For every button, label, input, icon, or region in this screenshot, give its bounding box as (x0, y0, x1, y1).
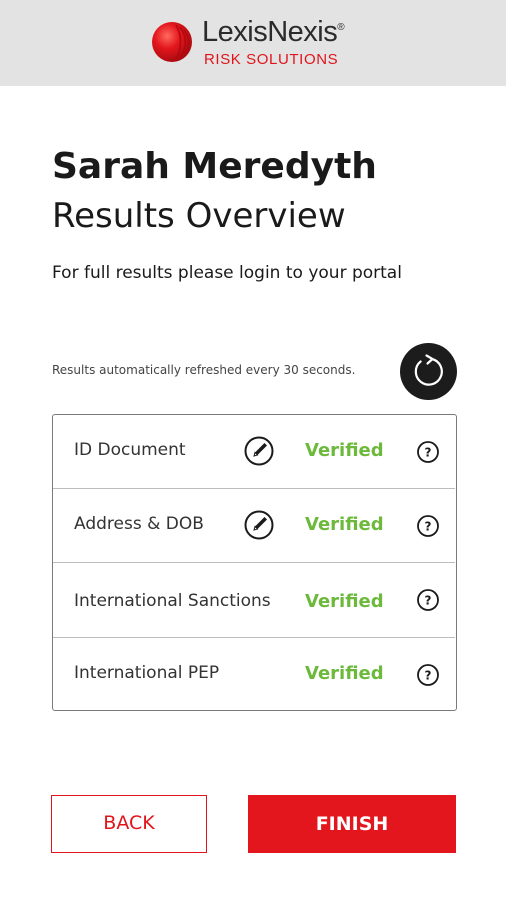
svg-text:?: ? (425, 446, 432, 460)
result-label: International PEP (74, 663, 220, 683)
status-verified: Verified (305, 591, 384, 612)
app-header: LexisNexis® RISK SOLUTIONS (0, 0, 506, 86)
results-table: ID Document Verified ? Address & DOB Ver… (52, 414, 457, 711)
refresh-icon (414, 354, 443, 386)
result-row-address-dob: Address & DOB Verified ? (53, 489, 455, 563)
page-title: Results Overview (52, 196, 346, 236)
help-icon[interactable]: ? (416, 663, 440, 687)
finish-button[interactable]: FINISH (248, 795, 456, 853)
person-name: Sarah Meredyth (52, 146, 377, 187)
edit-pencil-icon[interactable] (243, 435, 275, 467)
brand-subtitle: RISK SOLUTIONS (204, 51, 339, 68)
result-label: Address & DOB (74, 514, 204, 534)
back-button[interactable]: BACK (51, 795, 207, 853)
status-verified: Verified (305, 514, 384, 535)
refresh-button[interactable] (400, 343, 457, 400)
portal-note: For full results please login to your po… (52, 263, 402, 283)
result-label: ID Document (74, 440, 186, 460)
help-icon[interactable]: ? (416, 514, 440, 538)
help-icon[interactable]: ? (416, 588, 440, 612)
svg-text:?: ? (425, 594, 432, 608)
svg-text:?: ? (425, 669, 432, 683)
status-verified: Verified (305, 663, 384, 684)
result-label: International Sanctions (74, 591, 271, 611)
result-row-id-document: ID Document Verified ? (53, 415, 455, 489)
help-icon[interactable]: ? (416, 440, 440, 464)
lexisnexis-logo: LexisNexis® RISK SOLUTIONS (150, 16, 370, 72)
registered-mark: ® (337, 22, 345, 33)
edit-pencil-icon[interactable] (243, 509, 275, 541)
red-sphere-logo-icon (152, 22, 192, 62)
result-row-international-sanctions: International Sanctions Verified ? (53, 563, 455, 638)
result-row-international-pep: International PEP Verified ? (53, 638, 455, 710)
refresh-note: Results automatically refreshed every 30… (52, 363, 356, 377)
svg-text:?: ? (425, 520, 432, 534)
status-verified: Verified (305, 440, 384, 461)
brand-name: LexisNexis® (202, 16, 345, 48)
